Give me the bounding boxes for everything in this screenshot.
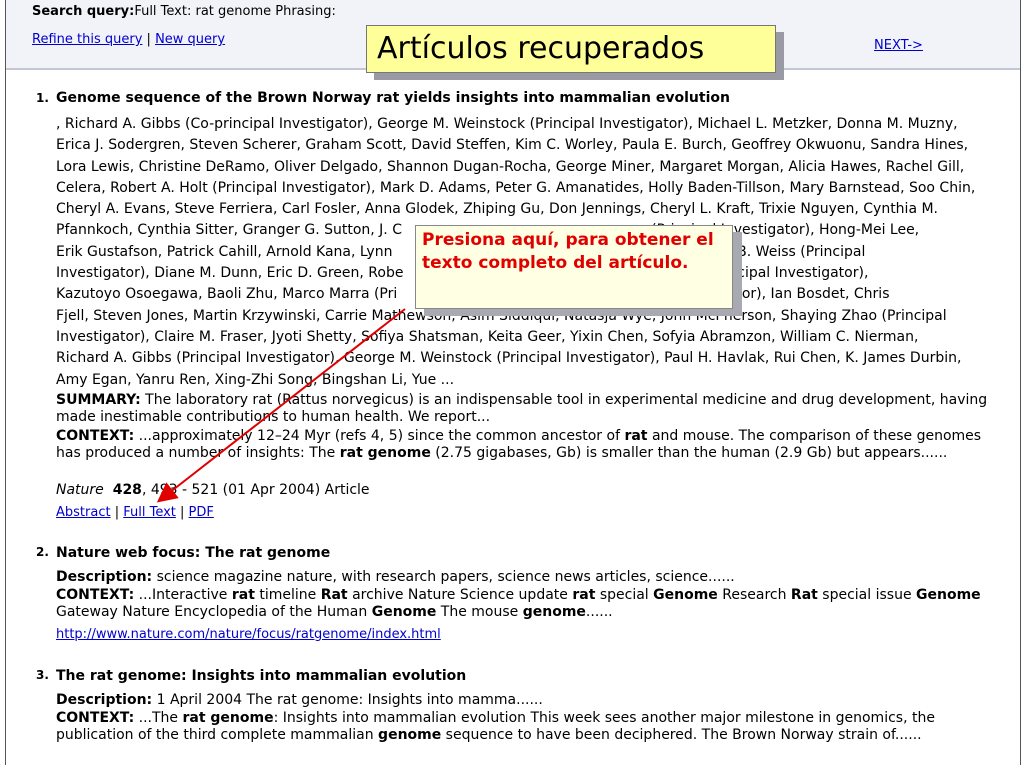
arrow-icon	[156, 308, 406, 503]
